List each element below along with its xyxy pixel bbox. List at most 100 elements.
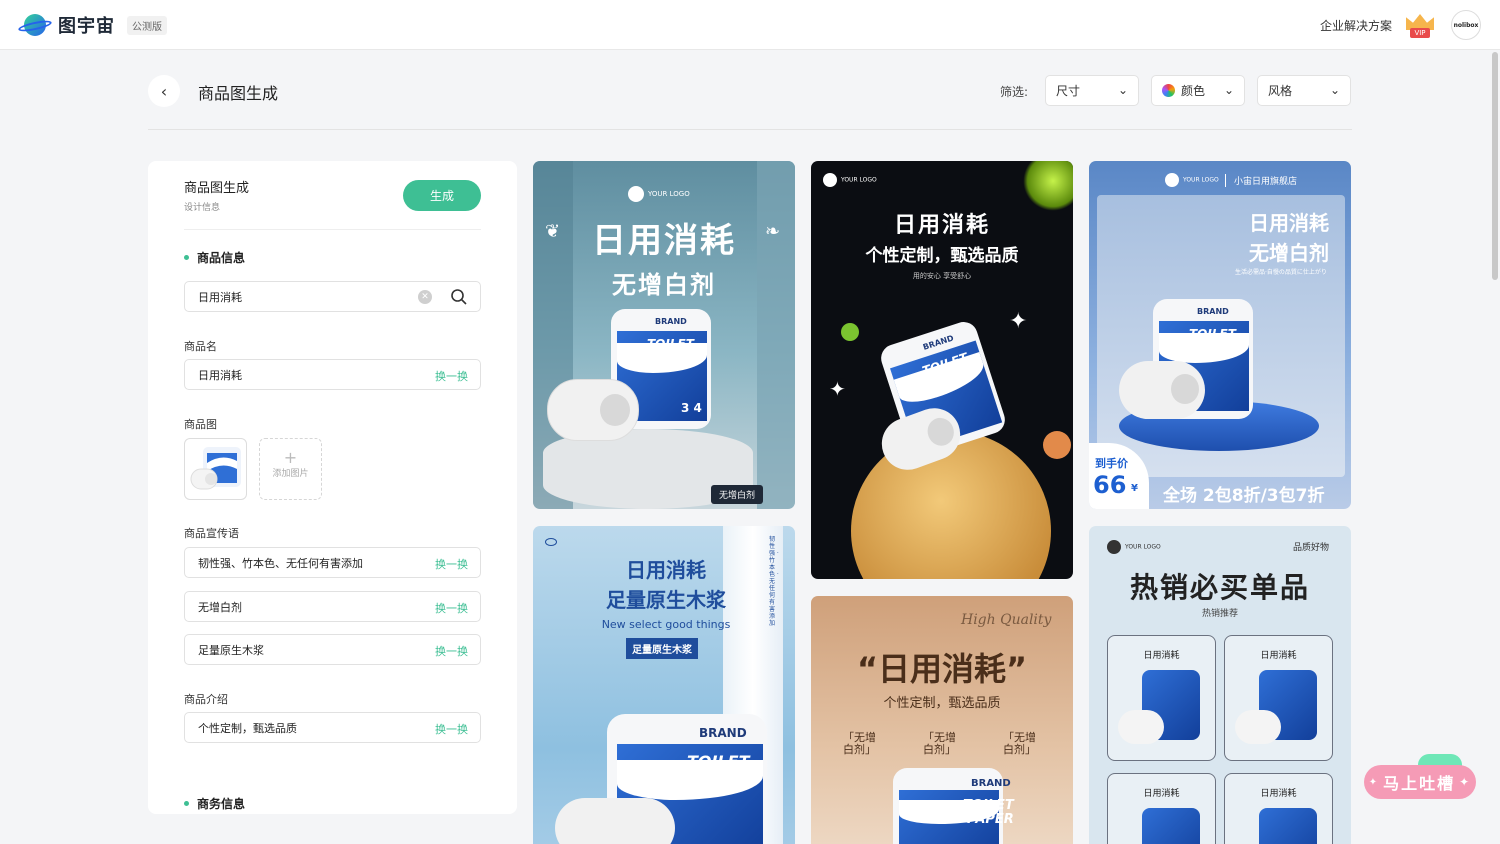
poster-title: 日用消耗	[626, 558, 706, 582]
intro-label: 商品介绍	[184, 693, 228, 706]
product-name-label: 商品名	[184, 340, 217, 353]
feedback-label: 马上吐槽	[1383, 774, 1456, 793]
slogan-field-1[interactable]: 韧性强、竹本色、无任何有害添加 换一换	[184, 547, 481, 578]
beta-badge: 公测版	[127, 15, 167, 35]
poster-title: 日用消耗	[893, 213, 990, 238]
logo-mark: YOUR LOGO	[1107, 540, 1161, 554]
swap-button[interactable]: 换一换	[435, 643, 468, 659]
slogan-value: 韧性强、竹本色、无任何有害添加	[198, 556, 363, 570]
poster-english: New select good things	[601, 618, 731, 631]
product-name-field[interactable]: 日用消耗 换一换	[184, 359, 481, 390]
sparkle-icon: ✦	[1009, 309, 1028, 334]
product-tile: 日用消耗	[1107, 773, 1216, 844]
poster-card-4[interactable]: 韧性强 · 竹本色 · 无任何有害添加 日用消耗 足量原生木浆 New sele…	[533, 526, 795, 844]
generate-button[interactable]: 生成	[403, 180, 481, 211]
avatar[interactable]: nolibox	[1451, 10, 1481, 40]
logo-mark: YOUR LOGO	[628, 186, 690, 202]
poster-title: “日用消耗”	[856, 650, 1028, 688]
product-image-label: 商品图	[184, 418, 217, 431]
product-tile: 日用消耗	[1224, 635, 1333, 761]
poster-badge: 无增白剂	[711, 485, 764, 504]
product-tile: 日用消耗	[1224, 773, 1333, 844]
slogan-value: 足量原生木浆	[198, 643, 264, 657]
leaf-icon: ❧	[765, 221, 781, 242]
store-name: 小宙日用旗舰店	[1225, 174, 1297, 187]
swap-button[interactable]: 换一换	[435, 600, 468, 616]
toilet-roll	[547, 379, 639, 441]
add-image-button[interactable]: + 添加图片	[259, 438, 322, 500]
product-image-thumbnail[interactable]	[184, 438, 247, 500]
poster-title: 日用消耗	[592, 221, 736, 261]
feature-tag-2: 「无增 白剂」	[923, 731, 956, 756]
slogan-field-2[interactable]: 无增白剂 换一换	[184, 591, 481, 622]
swap-button[interactable]: 换一换	[435, 556, 468, 572]
color-filter-value: 颜色	[1181, 84, 1206, 98]
sparkle-icon: ✦	[1368, 776, 1380, 788]
poster-small-text: 生活必需品·自慢の品質に仕上がり	[1235, 269, 1327, 276]
intro-value: 个性定制，甄选品质	[198, 721, 297, 735]
poster-card-2[interactable]: YOUR LOGO 日用消耗 个性定制，甄选品质 用的安心 享受舒心 ✦ ✦ ✦…	[811, 161, 1073, 579]
poster-card-6[interactable]: YOUR LOGO 品质好物 热销必买单品 热销推荐 日用消耗 日用消耗 日用消…	[1089, 526, 1351, 844]
slogan-field-3[interactable]: 足量原生木浆 换一换	[184, 634, 481, 665]
feature-tag-3: 「无增 白剂」	[1003, 731, 1036, 756]
product-tile: 日用消耗	[1107, 635, 1216, 761]
toilet-roll	[555, 798, 675, 844]
logo[interactable]: 图宇宙 公测版	[17, 12, 167, 38]
business-info-section-title: 商务信息	[184, 795, 245, 812]
chevron-down-icon: ⌄	[1329, 83, 1340, 97]
poster-card-1[interactable]: YOUR LOGO 日用消耗 无增白剂 ❦ ❧ BRAND TOILET PAP…	[533, 161, 795, 509]
promo-text: 全场 2包8折/3包7折	[1163, 486, 1325, 506]
clear-icon[interactable]: ✕	[418, 290, 432, 304]
vip-badge: VIP	[1410, 28, 1430, 38]
chevron-down-icon: ⌄	[1117, 83, 1128, 97]
product-name-value: 日用消耗	[198, 368, 242, 382]
price-label: 到手价	[1095, 457, 1128, 470]
page-title: 商品图生成	[198, 84, 279, 103]
color-wheel-icon	[1162, 84, 1175, 97]
panel-subtitle: 设计信息	[184, 203, 221, 213]
chevron-left-icon: ‹	[160, 81, 168, 101]
sparkle-icon: ✦	[1459, 775, 1472, 789]
panel-title: 商品图生成	[184, 181, 250, 196]
swap-button[interactable]: 换一换	[435, 368, 468, 384]
planet-logo-icon	[17, 13, 53, 37]
poster-title: 日用消耗	[1249, 211, 1329, 235]
panel-divider	[184, 229, 481, 230]
poster-card-5[interactable]: High Quality “日用消耗” 个性定制，甄选品质 「无增 白剂」 「无…	[811, 596, 1073, 844]
intro-field[interactable]: 个性定制，甄选品质 换一换	[184, 712, 481, 743]
style-filter-value: 风格	[1268, 84, 1293, 98]
toilet-roll	[1119, 361, 1205, 419]
search-icon[interactable]	[450, 288, 468, 306]
slogan-label: 商品宣传语	[184, 527, 239, 540]
add-image-label: 添加图片	[272, 469, 309, 479]
logo-mark: YOUR LOGO	[1165, 173, 1219, 187]
leaf-icon: ❦	[545, 221, 561, 242]
poster-subtitle: 足量原生木浆	[606, 588, 726, 612]
search-input[interactable]: 日用消耗 ✕	[184, 281, 481, 312]
color-filter-select[interactable]: 颜色 ⌄	[1151, 75, 1245, 106]
poster-subtitle: 无增白剂	[612, 271, 716, 299]
poster-subtitle: 个性定制，甄选品质	[883, 696, 1001, 711]
logo-mark: YOUR LOGO	[823, 173, 877, 187]
plus-icon: +	[283, 448, 298, 467]
vip-crown-icon[interactable]: VIP	[1404, 12, 1436, 38]
swap-button[interactable]: 换一换	[435, 721, 468, 737]
enterprise-solutions-link[interactable]: 企业解决方案	[1320, 17, 1392, 34]
slogan-value: 无增白剂	[198, 600, 242, 614]
price-value: 66	[1093, 471, 1127, 499]
filter-label: 筛选:	[1000, 85, 1029, 99]
logo-mark-icon	[545, 538, 557, 546]
poster-subtitle: 无增白剂	[1249, 241, 1329, 265]
poster-subtitle: 个性定制，甄选品质	[865, 246, 1019, 266]
feature-tag-1: 「无增 白剂」	[843, 731, 876, 756]
poster-card-3[interactable]: YOUR LOGO 小宙日用旗舰店 日用消耗 无增白剂 生活必需品·自慢の品質に…	[1089, 161, 1351, 509]
poster-badge: 足量原生木浆	[626, 638, 698, 659]
chevron-down-icon: ⌄	[1223, 83, 1234, 97]
page-scrollbar[interactable]	[1492, 52, 1498, 280]
back-button[interactable]: ‹	[148, 75, 180, 107]
feedback-button[interactable]: ✦ 马上吐槽 ✦	[1364, 765, 1476, 799]
poster-title: 热销必买单品	[1129, 571, 1310, 604]
size-filter-select[interactable]: 尺寸 ⌄	[1045, 75, 1139, 106]
style-filter-select[interactable]: 风格 ⌄	[1257, 75, 1351, 106]
poster-corner-text: 品质好物	[1293, 543, 1330, 553]
